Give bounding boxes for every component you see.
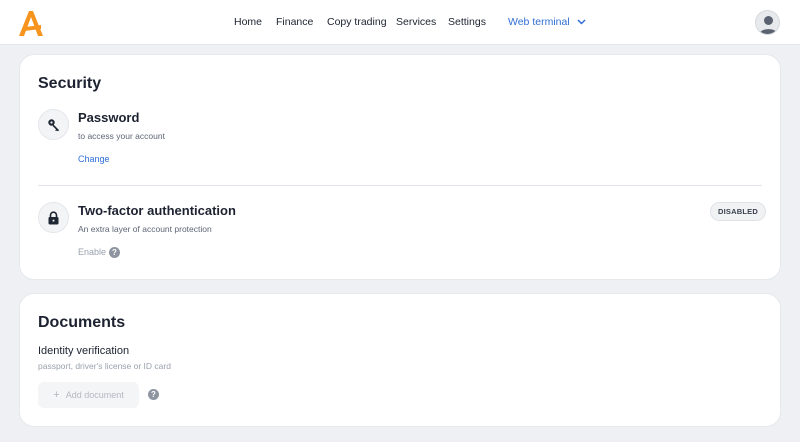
- identity-verification-label: Identity verification: [38, 345, 130, 357]
- security-title: Security: [38, 75, 102, 92]
- nav-finance[interactable]: Finance: [276, 16, 313, 28]
- nav-web-terminal[interactable]: Web terminal: [508, 16, 586, 28]
- documents-card: Documents Identity verification passport…: [20, 294, 780, 426]
- nav-services[interactable]: Services: [396, 16, 436, 28]
- nav-web-terminal-label: Web terminal: [508, 16, 570, 28]
- lock-icon: [38, 202, 69, 233]
- security-card: Security Password to access your account…: [20, 55, 780, 279]
- help-icon[interactable]: ?: [148, 389, 159, 400]
- password-title: Password: [78, 110, 140, 125]
- section-divider: [38, 185, 762, 186]
- chevron-down-icon: [577, 16, 586, 28]
- user-avatar-icon[interactable]: [755, 10, 780, 35]
- top-navigation-bar: Home Finance Copy trading Services Setti…: [0, 0, 800, 45]
- two-factor-title: Two-factor authentication: [78, 203, 236, 218]
- nav-copy-trading[interactable]: Copy trading: [327, 16, 387, 28]
- nav-home[interactable]: Home: [234, 16, 262, 28]
- enable-two-factor-link[interactable]: Enable: [78, 247, 106, 257]
- documents-title: Documents: [38, 314, 126, 331]
- password-subtitle: to access your account: [78, 131, 165, 141]
- add-document-label: Add document: [65, 390, 124, 400]
- main-nav: Home Finance Copy trading Services Setti…: [0, 0, 800, 45]
- add-document-button[interactable]: + Add document: [38, 382, 139, 408]
- key-icon: [38, 109, 69, 140]
- status-badge: DISABLED: [710, 202, 766, 221]
- plus-icon: +: [53, 389, 60, 401]
- help-icon[interactable]: ?: [109, 247, 120, 258]
- identity-verification-subtitle: passport, driver's license or ID card: [38, 361, 171, 371]
- nav-settings[interactable]: Settings: [448, 16, 486, 28]
- change-password-link[interactable]: Change: [78, 154, 110, 164]
- two-factor-subtitle: An extra layer of account protection: [78, 224, 212, 234]
